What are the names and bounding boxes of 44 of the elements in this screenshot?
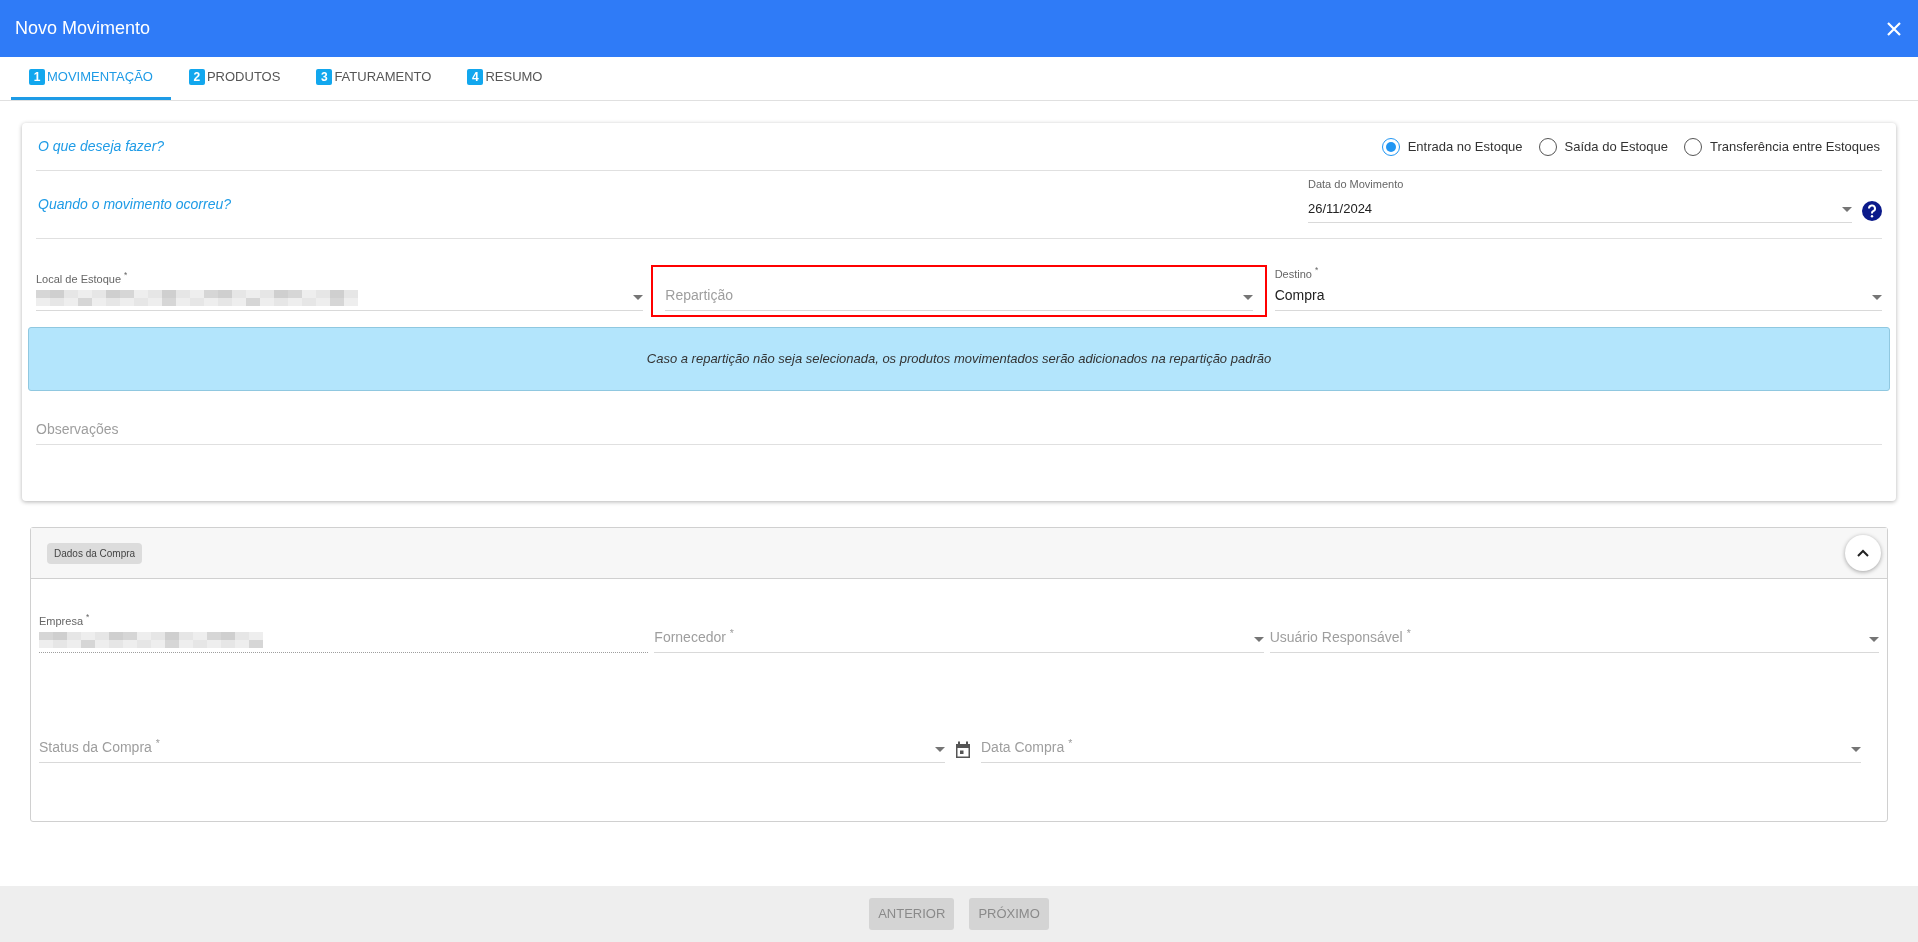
dropdown-caret-icon[interactable] xyxy=(935,747,945,752)
field-label: Empresa $^{*}$ xyxy=(39,612,91,629)
dropdown-caret-icon[interactable] xyxy=(1869,637,1879,642)
section-badge: Dados da Compra xyxy=(47,542,143,564)
dropdown-caret-icon[interactable] xyxy=(1842,207,1852,212)
section-question: O que deseja fazer? xyxy=(37,137,165,156)
dropdown-caret-icon[interactable] xyxy=(1253,637,1264,642)
step-tab[interactable]: 4 RESUMO xyxy=(449,57,561,100)
field-placeholder: Status da Compra $^{*}$ xyxy=(39,737,161,757)
dropdown-caret-icon[interactable] xyxy=(1851,747,1861,752)
step-tab[interactable]: 3 FATURAMENTO xyxy=(298,57,450,100)
calendar-icon[interactable] xyxy=(955,741,971,759)
step-number: 4 xyxy=(467,69,484,85)
field-label: Data do Movimento xyxy=(1308,177,1405,192)
dropdown-caret-icon[interactable] xyxy=(1872,295,1882,300)
field-placeholder: Data Compra $^{*}$ xyxy=(981,737,1074,757)
field-label: Local de Estoque $^{*}$ xyxy=(36,270,129,287)
dropdown-caret-icon[interactable] xyxy=(1242,295,1253,300)
field-placeholder: Repartição xyxy=(665,286,735,305)
help-icon[interactable] xyxy=(1862,201,1882,221)
step-number: 1 xyxy=(29,69,45,85)
date-field[interactable]: Data do Movimento 26/11/2024 xyxy=(1308,176,1852,223)
chevron-up-icon xyxy=(1857,549,1869,557)
close-icon[interactable] xyxy=(1885,19,1903,38)
info-text: Caso a repartição não seja selecionada, os produtos movimentados serão adicionados na repartição padrão xyxy=(646,350,1272,369)
radio-option[interactable]: Saída do Estoque xyxy=(1538,136,1668,157)
field-value: Compra xyxy=(1274,286,1326,305)
step-number: 3 xyxy=(316,69,333,85)
field-placeholder: Fornecedor $^{*}$ xyxy=(654,627,735,647)
step-tab[interactable]: 2 PRODUTOS xyxy=(170,57,299,100)
radio-option[interactable]: Entrada no Estoque xyxy=(1381,136,1523,157)
collapse-button[interactable] xyxy=(1845,535,1881,571)
section-question: Quando o movimento ocorreu? xyxy=(37,195,231,214)
step-number: 2 xyxy=(188,69,205,85)
select-field[interactable]: Local de Estoque $^{*}$ xyxy=(36,267,644,315)
field-placeholder: Observações xyxy=(36,420,119,439)
select-field[interactable]: Destino $^{*}$ Compra xyxy=(1274,267,1882,315)
field-value: 26/11/2024 xyxy=(1308,199,1374,218)
field-placeholder: Usuário Responsável $^{*}$ xyxy=(1269,627,1412,647)
dropdown-caret-icon[interactable] xyxy=(633,295,644,300)
select-field[interactable]: Empresa $^{*}$ xyxy=(39,609,649,653)
dialog-title: Novo Movimento xyxy=(15,17,151,40)
radio-option[interactable]: Transferência entre Estoques xyxy=(1683,136,1880,157)
field-label: Destino $^{*}$ xyxy=(1274,265,1320,282)
